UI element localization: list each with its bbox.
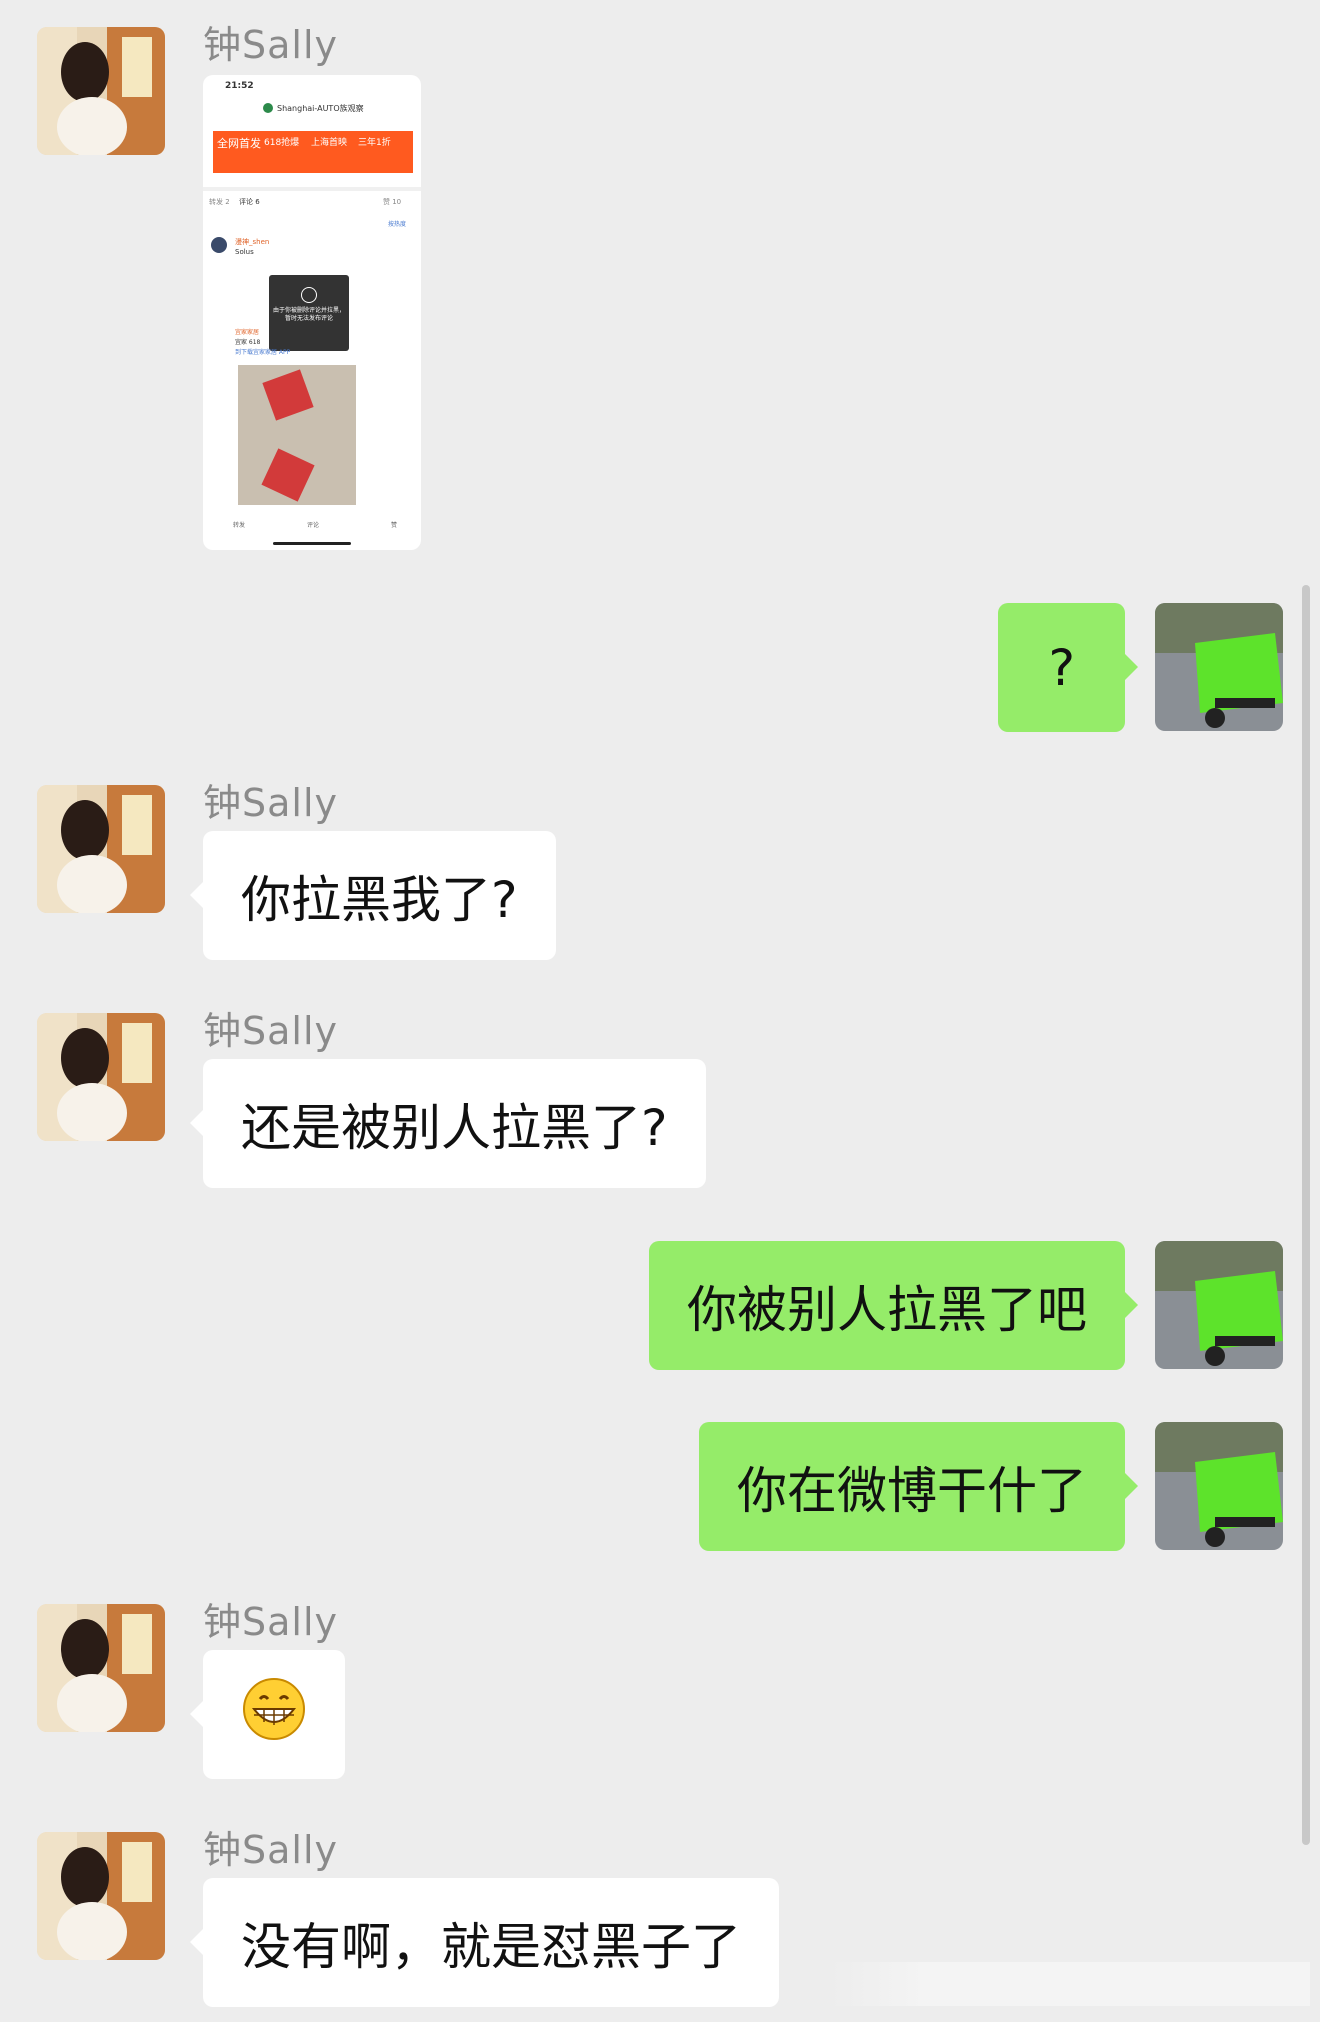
grinning-face-emoji-icon [242, 1677, 306, 1753]
message-text: 没有啊，就是怼黑子了 [241, 1917, 741, 1976]
sender-name: 钟Sally [203, 1009, 339, 1053]
shot-tab: 评论 6 [239, 198, 260, 206]
home-indicator [273, 542, 351, 545]
watermark-overlay [830, 1962, 1310, 2006]
contact-avatar[interactable] [37, 785, 165, 913]
self-avatar[interactable] [1155, 1241, 1283, 1369]
self-avatar[interactable] [1155, 603, 1283, 731]
sender-name: 钟Sally [203, 781, 339, 825]
contact-avatar[interactable] [37, 1013, 165, 1141]
commenter-avatar [211, 237, 227, 253]
shot-action: 赞 [391, 522, 398, 529]
shot-ad-link: 到下载宜家家居 APP [235, 349, 291, 356]
shot-action: 转发 [233, 522, 246, 529]
message-bubble-self[interactable]: 你被别人拉黑了吧 [649, 1241, 1138, 1370]
shot-comment-text: Solus [235, 248, 254, 256]
message-text: 你拉黑我了? [241, 870, 518, 929]
account-icon [263, 103, 273, 113]
shot-tab: 转发 2 [209, 198, 230, 206]
message-bubble-contact[interactable]: 你拉黑我了? [190, 831, 556, 960]
close-circle-icon [301, 287, 317, 303]
shot-action: 评论 [307, 522, 320, 529]
shot-time: 21:52 [225, 81, 254, 91]
banner-item: 618抢爆 [264, 138, 300, 148]
contact-avatar[interactable] [37, 27, 165, 155]
message-bubble-self[interactable]: 你在微博干什了 [699, 1422, 1138, 1551]
toast-text: 由于你被删除评论并拉黑，暂时无法发布评论 [273, 307, 346, 322]
shot-tab: 赞 10 [383, 198, 402, 206]
scrollbar[interactable] [1302, 585, 1310, 1845]
banner-item: 三年1折 [358, 138, 391, 148]
shot-banner: 全网首发 618抢爆 上海首映 三年1折 [213, 131, 413, 173]
shot-comment-user: 漫神_shen [235, 238, 270, 246]
message-text: ? [1048, 638, 1075, 697]
self-avatar[interactable] [1155, 1422, 1283, 1550]
banner-item: 全网首发 [217, 137, 261, 150]
shot-ad-image [238, 365, 356, 505]
sender-name: 钟Sally [203, 1600, 339, 1644]
banner-item: 上海首映 [311, 138, 348, 148]
message-bubble-contact[interactable]: 没有啊，就是怼黑子了 [190, 1878, 779, 2007]
sender-name: 钟Sally [203, 1828, 339, 1872]
shot-account: Shanghai-AUTO族观察 [277, 104, 364, 113]
shot-ad-name: 宜家家居 [235, 329, 260, 336]
shot-toast: 由于你被删除评论并拉黑，暂时无法发布评论 [269, 275, 349, 351]
message-bubble-contact[interactable] [190, 1650, 345, 1779]
sender-name: 钟Sally [203, 23, 339, 67]
shot-sort: 按热度 [388, 221, 407, 228]
message-text: 还是被别人拉黑了? [241, 1098, 668, 1157]
message-bubble-contact[interactable]: 还是被别人拉黑了? [190, 1059, 706, 1188]
message-text: 你在微博干什了 [737, 1461, 1087, 1520]
message-text: 你被别人拉黑了吧 [687, 1280, 1087, 1339]
shot-ad-text: 宜家 618 [235, 339, 261, 346]
shared-screenshot-image[interactable]: 21:52 Shanghai-AUTO族观察 全网首发 618抢爆 上海首映 三… [203, 75, 421, 550]
contact-avatar[interactable] [37, 1832, 165, 1960]
message-bubble-self[interactable]: ? [998, 603, 1138, 732]
contact-avatar[interactable] [37, 1604, 165, 1732]
